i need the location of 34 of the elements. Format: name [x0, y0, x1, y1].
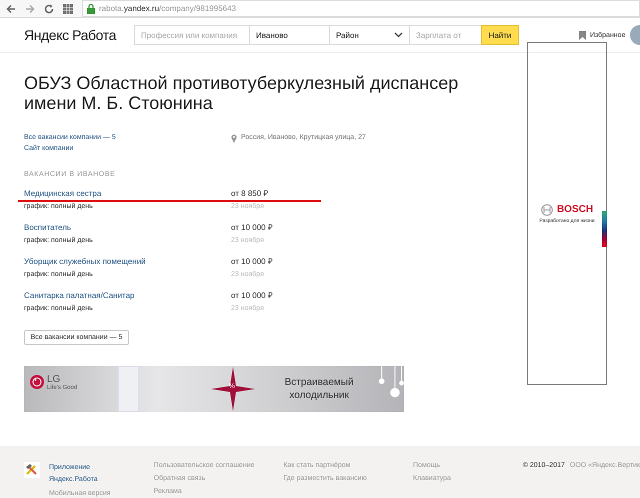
search-button[interactable]: Найти	[480, 25, 519, 45]
salary-field[interactable]: Зарплата от	[408, 25, 481, 45]
brand-name: LG	[47, 375, 60, 385]
site-logo[interactable]: Яндекс Работа	[24, 27, 116, 43]
vacancy-salary: от 10 000 ₽	[231, 291, 273, 301]
back-arrow-icon	[6, 4, 16, 14]
company-title: ОБУЗ Областной противотуберкулезный диспансер имени М. Б. Стоюнина	[24, 73, 460, 113]
fridge-drawing	[118, 366, 139, 412]
url-text: rabota.yandex.ru/company/981995643	[99, 4, 236, 13]
vacancy-link[interactable]: Воспитатель	[24, 223, 231, 233]
forward-arrow-icon	[25, 4, 35, 14]
vacancy-link[interactable]: Уборщик служебных помещений	[24, 257, 231, 267]
vacancy-salary: от 10 000 ₽	[231, 223, 273, 233]
hammer-icon	[24, 462, 40, 478]
color-stripe	[602, 211, 607, 247]
bosch-armature-icon	[540, 204, 553, 216]
city-field[interactable]: Иваново	[248, 25, 329, 45]
reload-icon	[44, 4, 54, 14]
brand-name: BOSCH	[556, 204, 594, 215]
sparkle-star-icon	[210, 367, 255, 411]
profession-field[interactable]: Профессия или компания	[134, 25, 249, 45]
vacancy-link[interactable]: Санитарка палатная/Санитар	[24, 291, 231, 301]
banner-text: Встраиваемый холодильник	[284, 376, 354, 402]
apps-grid-icon	[63, 4, 73, 14]
bookmark-icon	[578, 30, 586, 40]
padlock-icon	[87, 4, 95, 14]
district-dropdown[interactable]: Район	[328, 25, 409, 45]
chevron-down-icon	[394, 32, 403, 38]
vacancy-salary: от 10 000 ₽	[231, 257, 273, 267]
map-pin-icon	[231, 134, 237, 143]
address-bar[interactable]: rabota.yandex.ru/company/981995643	[82, 0, 640, 17]
vacancy-link[interactable]: Медицинская сестра	[24, 189, 231, 199]
vacancy-salary: от 8 850 ₽	[231, 189, 268, 199]
lg-logo-icon	[30, 375, 44, 389]
